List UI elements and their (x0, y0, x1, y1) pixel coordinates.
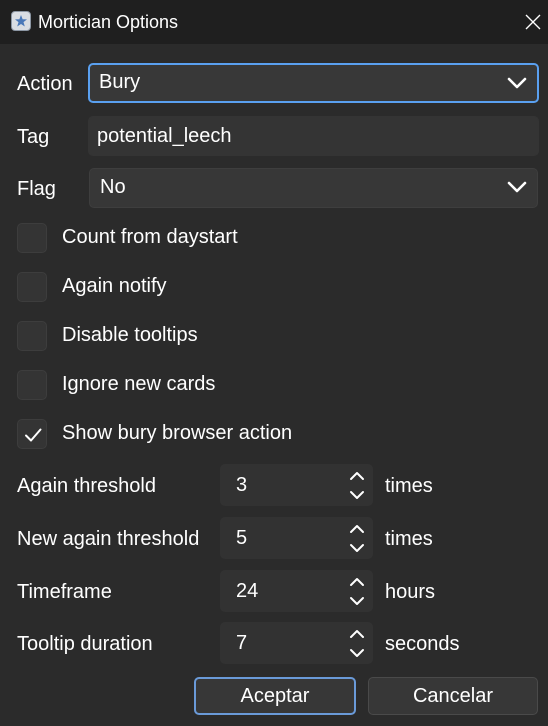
checkbox-box[interactable] (17, 321, 47, 351)
checkbox-ignore-new-cards[interactable]: Ignore new cards (17, 370, 317, 404)
cancel-button[interactable]: Cancelar (368, 677, 538, 715)
mortician-app-icon (11, 11, 31, 31)
tooltip-duration-label: Tooltip duration (17, 633, 153, 655)
timeframe-unit: hours (385, 581, 436, 603)
checkmark-icon (25, 428, 42, 442)
chevron-up-icon[interactable] (346, 522, 368, 536)
close-icon (525, 14, 541, 30)
spin-value: 24 (236, 580, 259, 602)
chevron-down-icon (507, 181, 527, 193)
checkbox-again-notify[interactable]: Again notify (17, 272, 317, 306)
checkbox-box[interactable] (17, 272, 47, 302)
tag-label: Tag (17, 126, 50, 148)
action-label: Action (17, 73, 73, 95)
new-again-threshold-spinbox[interactable]: 5 (220, 517, 373, 559)
spin-value: 7 (236, 632, 248, 654)
action-select[interactable]: Bury (88, 63, 539, 103)
checkbox-label: Ignore new cards (62, 373, 216, 395)
flag-value: No (100, 176, 126, 198)
tooltip-duration-unit: seconds (385, 633, 460, 655)
chevron-down-icon (507, 77, 527, 89)
checkbox-label: Disable tooltips (62, 324, 198, 346)
checkbox-disable-tooltips[interactable]: Disable tooltips (17, 321, 317, 355)
close-button[interactable] (518, 8, 548, 36)
again-threshold-unit: times (385, 475, 433, 497)
timeframe-label: Timeframe (17, 581, 112, 603)
tooltip-duration-spinbox[interactable]: 7 (220, 622, 373, 664)
window-title: Mortician Options (38, 12, 179, 32)
spin-value: 5 (236, 527, 248, 549)
again-threshold-label: Again threshold (17, 475, 156, 497)
title-bar: Mortician Options (0, 0, 548, 44)
ok-button[interactable]: Aceptar (194, 677, 356, 715)
flag-select[interactable]: No (89, 168, 538, 208)
checkbox-box[interactable] (17, 223, 47, 253)
checkbox-label: Show bury browser action (62, 422, 293, 444)
chevron-up-icon[interactable] (346, 627, 368, 641)
chevron-down-icon[interactable] (346, 541, 368, 555)
chevron-down-icon[interactable] (346, 646, 368, 660)
action-value: Bury (99, 71, 141, 93)
again-threshold-spinbox[interactable]: 3 (220, 464, 373, 506)
chevron-down-icon[interactable] (346, 594, 368, 608)
spin-value: 3 (236, 474, 248, 496)
checkbox-show-bury-browser-action[interactable]: Show bury browser action (17, 419, 337, 453)
chevron-down-icon[interactable] (346, 488, 368, 502)
checkbox-label: Count from daystart (62, 226, 238, 248)
new-again-threshold-label: New again threshold (17, 528, 200, 550)
tag-field-box (88, 116, 539, 156)
flag-label: Flag (17, 178, 56, 200)
new-again-threshold-unit: times (385, 528, 433, 550)
checkbox-box[interactable] (17, 370, 47, 400)
tag-input[interactable] (97, 117, 530, 155)
checkbox-count-from-daystart[interactable]: Count from daystart (17, 223, 317, 257)
chevron-up-icon[interactable] (346, 575, 368, 589)
checkbox-label: Again notify (62, 275, 167, 297)
checkbox-box[interactable] (17, 419, 47, 449)
timeframe-spinbox[interactable]: 24 (220, 570, 373, 612)
chevron-up-icon[interactable] (346, 469, 368, 483)
